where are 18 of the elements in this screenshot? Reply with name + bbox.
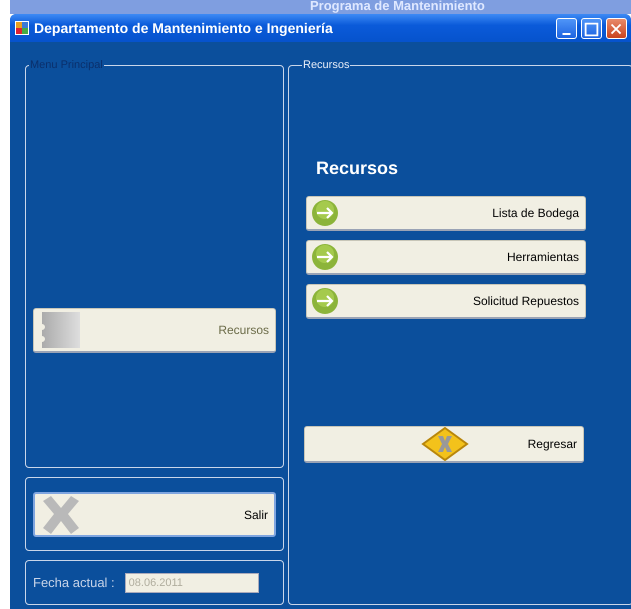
background-window-title: Programa de Mantenimiento [10,0,631,14]
date-label: Fecha actual : [33,574,115,592]
section-heading: Recursos [316,157,400,180]
group-label: Recursos [302,60,350,71]
exit-button[interactable]: Salir [33,492,276,537]
warning-x-icon [421,427,469,461]
resource-button[interactable]: Solicitud Repuestos [306,284,586,319]
back-button[interactable]: Regresar [304,426,584,463]
close-button[interactable] [606,18,627,38]
app-icon [14,20,30,36]
menu-button[interactable]: Recursos [33,308,276,353]
minimize-button[interactable] [556,18,577,38]
resource-button[interactable]: Lista de Bodega [306,196,586,231]
minimize-icon [562,32,571,36]
maximize-icon [582,20,601,40]
resource-button[interactable]: Herramientas [306,240,586,275]
maximize-button[interactable] [581,18,602,38]
window-title: Departamento de Mantenimiento e Ingeniería [34,18,334,38]
